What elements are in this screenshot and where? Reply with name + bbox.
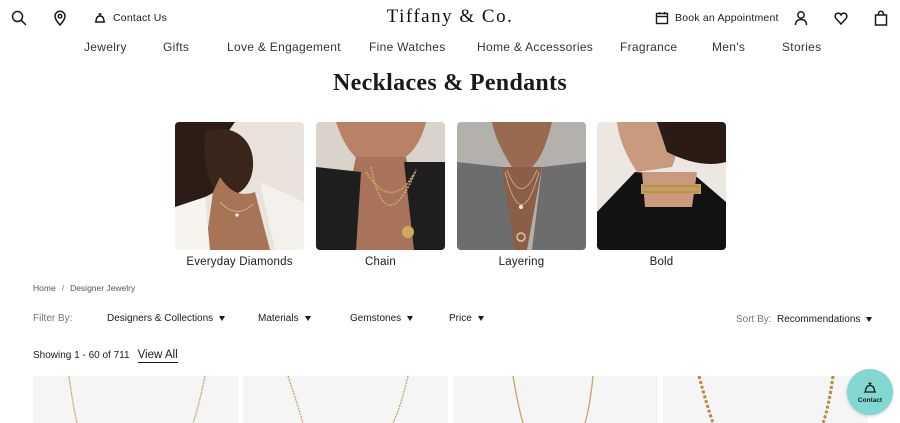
top-bar: Contact Us Tiffany & Co. Book an Appoint… bbox=[0, 0, 900, 36]
breadcrumb-current[interactable]: Designer Jewelry bbox=[70, 283, 135, 293]
nav-item-gifts[interactable]: Gifts bbox=[163, 40, 189, 54]
breadcrumb-separator: / bbox=[61, 283, 65, 293]
nav-item-love-engagement[interactable]: Love & Engagement bbox=[227, 40, 341, 54]
product-image bbox=[512, 376, 594, 423]
filter-label: Gemstones bbox=[350, 313, 402, 324]
product-grid bbox=[33, 376, 873, 423]
sort-value: Recommendations bbox=[777, 314, 861, 325]
category-label-everyday-diamonds: Everyday Diamonds bbox=[186, 256, 293, 268]
filter-price[interactable]: Price bbox=[449, 313, 484, 324]
category-label-bold: Bold bbox=[649, 256, 674, 268]
category-tile-layering[interactable]: Layering bbox=[457, 122, 586, 268]
filter-by-label: Filter By: bbox=[33, 313, 73, 324]
caret-down-icon bbox=[477, 316, 484, 321]
contact-us-label: Contact Us bbox=[113, 12, 167, 24]
heart-icon[interactable] bbox=[831, 8, 851, 28]
contact-floating-button[interactable]: Contact bbox=[847, 369, 893, 415]
filter-designers-collections[interactable]: Designers & Collections bbox=[107, 313, 226, 324]
category-tiles: Everyday Diamonds Chain Layering Bold bbox=[175, 122, 726, 272]
product-image bbox=[68, 376, 206, 423]
product-image bbox=[697, 376, 835, 423]
filter-label: Designers & Collections bbox=[107, 313, 214, 324]
bell-icon bbox=[95, 13, 105, 23]
category-tile-everyday-diamonds[interactable]: Everyday Diamonds bbox=[175, 122, 304, 268]
brand-logo[interactable]: Tiffany & Co. bbox=[387, 6, 514, 27]
category-image-chain bbox=[316, 122, 445, 250]
caret-down-icon bbox=[866, 317, 873, 322]
caret-down-icon bbox=[407, 316, 414, 321]
nav-item-stories[interactable]: Stories bbox=[782, 40, 821, 54]
category-tile-chain[interactable]: Chain bbox=[316, 122, 445, 268]
category-image-layering bbox=[457, 122, 586, 250]
product-card[interactable] bbox=[33, 376, 238, 423]
category-tile-bold[interactable]: Bold bbox=[597, 122, 726, 268]
category-label-layering: Layering bbox=[498, 256, 545, 268]
caret-down-icon bbox=[219, 316, 226, 321]
location-pin-icon[interactable] bbox=[50, 8, 70, 28]
nav-item-fine-watches[interactable]: Fine Watches bbox=[369, 40, 446, 54]
bag-icon[interactable] bbox=[871, 8, 891, 28]
product-card[interactable] bbox=[453, 376, 658, 423]
product-card[interactable] bbox=[243, 376, 448, 423]
nav-item-mens[interactable]: Men's bbox=[712, 40, 745, 54]
sort-by-label: Sort By: bbox=[736, 314, 772, 325]
results-count: Showing 1 - 60 of 711 bbox=[33, 350, 130, 361]
category-image-everyday-diamonds bbox=[175, 122, 304, 250]
product-card[interactable] bbox=[663, 376, 868, 423]
account-icon[interactable] bbox=[791, 8, 811, 28]
calendar-icon bbox=[655, 12, 669, 25]
category-label-chain: Chain bbox=[364, 256, 397, 268]
caret-down-icon bbox=[304, 316, 311, 321]
breadcrumb: Home / Designer Jewelry bbox=[33, 283, 135, 293]
view-all-link[interactable]: View All bbox=[137, 349, 178, 363]
nav-item-jewelry[interactable]: Jewelry bbox=[84, 40, 127, 54]
breadcrumb-home[interactable]: Home bbox=[33, 283, 56, 293]
category-image-bold bbox=[597, 122, 726, 250]
product-image bbox=[287, 376, 409, 423]
book-appointment-label: Book an Appointment bbox=[675, 12, 779, 24]
nav-item-home-accessories[interactable]: Home & Accessories bbox=[477, 40, 593, 54]
nav-item-fragrance[interactable]: Fragrance bbox=[620, 40, 677, 54]
filter-label: Materials bbox=[258, 313, 299, 324]
bell-icon bbox=[864, 382, 876, 393]
filter-label: Price bbox=[449, 313, 472, 324]
sort-dropdown[interactable]: Recommendations bbox=[777, 314, 873, 325]
page-title: Necklaces & Pendants bbox=[333, 70, 567, 96]
search-icon[interactable] bbox=[9, 8, 29, 28]
contact-floating-label: Contact bbox=[857, 396, 883, 404]
filter-materials[interactable]: Materials bbox=[258, 313, 311, 324]
filter-bar: Filter By: Designers & Collections Mater… bbox=[33, 312, 873, 328]
results-summary: Showing 1 - 60 of 711 View All bbox=[33, 349, 178, 363]
filter-gemstones[interactable]: Gemstones bbox=[350, 313, 414, 324]
contact-us-link[interactable]: Contact Us bbox=[93, 11, 167, 25]
book-appointment-link[interactable]: Book an Appointment bbox=[655, 11, 779, 25]
